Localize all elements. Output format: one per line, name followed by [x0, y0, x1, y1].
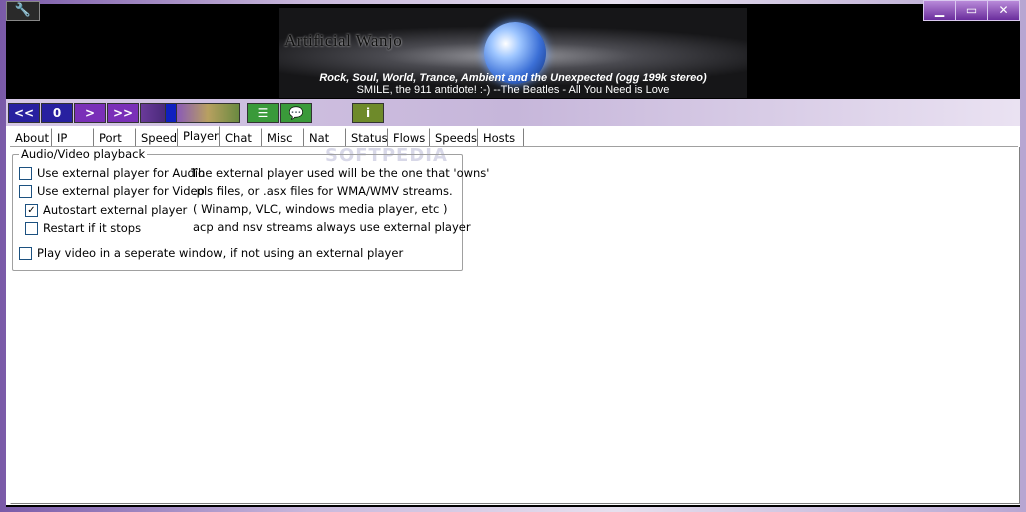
now-playing-track: SMILE, the 911 antidote! :-) --The Beatl… — [356, 84, 670, 96]
tab-ip[interactable]: IP — [52, 128, 94, 147]
help-text-2: .pls files, or .asx files for WMA/WMV st… — [193, 184, 453, 198]
help-text-1: The external player used will be the one… — [191, 166, 490, 180]
visualizer-bar — [176, 103, 240, 123]
tab-player[interactable]: Player — [178, 126, 220, 148]
info-button[interactable]: i — [352, 103, 384, 123]
label-restart[interactable]: Restart if it stops — [43, 221, 141, 235]
checkbox-restart[interactable] — [25, 222, 38, 235]
minimize-button[interactable]: ▁ — [923, 0, 956, 21]
checkbox-external-video[interactable] — [19, 185, 32, 198]
playlist-icon[interactable]: ☰ — [247, 103, 279, 123]
play-button[interactable]: > — [74, 103, 106, 123]
now-playing-genre: Rock, Soul, World, Trance, Ambient and t… — [319, 72, 707, 84]
label-external-audio[interactable]: Use external player for Audio — [37, 166, 205, 180]
maximize-button[interactable]: ▭ — [955, 0, 988, 21]
previous-button[interactable]: << — [8, 103, 40, 123]
close-button[interactable]: ✕ — [987, 0, 1020, 21]
stop-button[interactable]: 0 — [41, 103, 73, 123]
help-text-4: acp and nsv streams always use external … — [193, 220, 471, 234]
tab-port[interactable]: Port — [94, 128, 136, 147]
checkbox-separate-window[interactable] — [19, 247, 32, 260]
chat-bubble-icon[interactable]: 💬 — [280, 103, 312, 123]
tab-misc[interactable]: Misc — [262, 128, 304, 147]
tab-about[interactable]: About — [10, 128, 52, 147]
next-button[interactable]: >> — [107, 103, 139, 123]
wrench-icon[interactable]: 🔧 — [6, 1, 40, 21]
tab-hosts[interactable]: Hosts — [478, 128, 524, 147]
group-title: Audio/Video playback — [19, 147, 148, 161]
visualizer-swatch — [140, 103, 166, 123]
label-external-video[interactable]: Use external player for Video — [37, 184, 205, 198]
label-autostart[interactable]: Autostart external player — [43, 203, 187, 217]
tab-speed[interactable]: Speed — [136, 128, 178, 147]
checkbox-autostart[interactable]: ✓ — [25, 204, 38, 217]
station-title: Artificial Wanjo — [284, 31, 403, 50]
help-text-3: ( Winamp, VLC, windows media player, etc… — [193, 202, 448, 216]
tab-chat[interactable]: Chat — [220, 128, 262, 147]
checkbox-external-audio[interactable] — [19, 167, 32, 180]
label-separate-window[interactable]: Play video in a seperate window, if not … — [37, 246, 403, 260]
